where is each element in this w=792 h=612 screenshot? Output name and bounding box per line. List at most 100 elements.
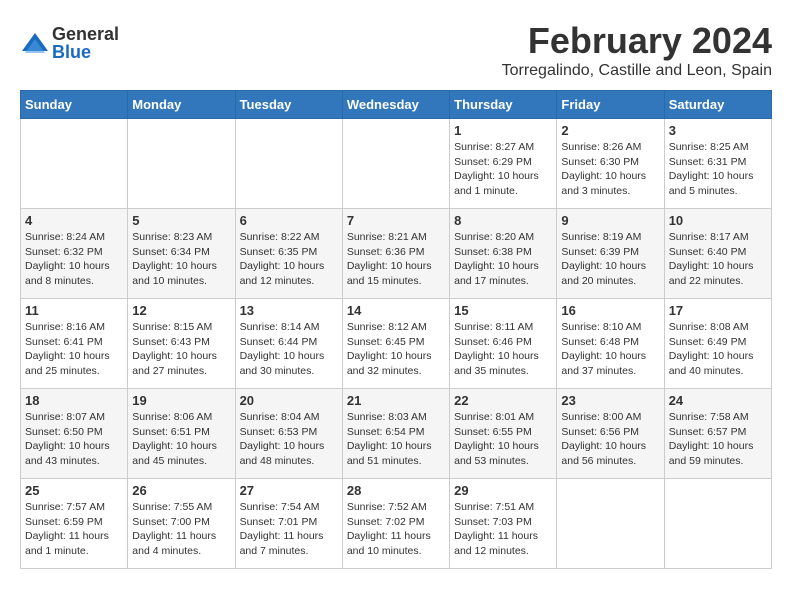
calendar-cell: 4 Sunrise: 8:24 AMSunset: 6:32 PMDaylight… [21,209,128,299]
day-info: Sunrise: 8:14 AMSunset: 6:44 PMDaylight:… [240,320,338,379]
calendar-cell: 13 Sunrise: 8:14 AMSunset: 6:44 PMDayligh… [235,299,342,389]
calendar-cell [21,119,128,209]
calendar-cell: 26Sunrise: 7:55 AMSunset: 7:00 PMDayligh… [128,479,235,569]
calendar-cell [128,119,235,209]
week-row-0: 1 Sunrise: 8:27 AMSunset: 6:29 PMDaylight… [21,119,772,209]
day-number: 24 [669,393,767,408]
calendar-cell: 10 Sunrise: 8:17 AMSunset: 6:40 PMDayligh… [664,209,771,299]
day-info: Sunrise: 8:20 AMSunset: 6:38 PMDaylight:… [454,230,552,289]
calendar-cell: 25 Sunrise: 7:57 AMSunset: 6:59 PMDayligh… [21,479,128,569]
day-info: Sunrise: 8:11 AMSunset: 6:46 PMDaylight:… [454,320,552,379]
calendar-cell [664,479,771,569]
day-number: 23 [561,393,659,408]
logo-general-text: General [52,25,119,43]
calendar-cell: 6 Sunrise: 8:22 AMSunset: 6:35 PMDaylight… [235,209,342,299]
day-info: Sunrise: 8:26 AMSunset: 6:30 PMDaylight:… [561,140,659,199]
day-number: 3 [669,123,767,138]
calendar-cell: 11 Sunrise: 8:16 AMSunset: 6:41 PMDayligh… [21,299,128,389]
day-number: 8 [454,213,552,228]
week-row-1: 4 Sunrise: 8:24 AMSunset: 6:32 PMDaylight… [21,209,772,299]
header-cell-sunday: Sunday [21,91,128,119]
calendar-cell: 29Sunrise: 7:51 AMSunset: 7:03 PMDayligh… [450,479,557,569]
day-number: 17 [669,303,767,318]
day-number: 27 [240,483,338,498]
day-number: 11 [25,303,123,318]
calendar-cell: 7 Sunrise: 8:21 AMSunset: 6:36 PMDaylight… [342,209,449,299]
day-info: Sunrise: 8:03 AMSunset: 6:54 PMDaylight:… [347,410,445,469]
day-number: 16 [561,303,659,318]
header-cell-saturday: Saturday [664,91,771,119]
calendar-cell: 14 Sunrise: 8:12 AMSunset: 6:45 PMDayligh… [342,299,449,389]
calendar-cell [235,119,342,209]
month-title: February 2024 [502,20,772,62]
header-cell-tuesday: Tuesday [235,91,342,119]
day-info: Sunrise: 8:21 AMSunset: 6:36 PMDaylight:… [347,230,445,289]
calendar-cell: 1 Sunrise: 8:27 AMSunset: 6:29 PMDaylight… [450,119,557,209]
header-cell-monday: Monday [128,91,235,119]
day-info: Sunrise: 8:10 AMSunset: 6:48 PMDaylight:… [561,320,659,379]
day-number: 2 [561,123,659,138]
day-number: 18 [25,393,123,408]
logo-icon [20,31,50,56]
day-info: Sunrise: 8:23 AMSunset: 6:34 PMDaylight:… [132,230,230,289]
calendar-cell: 18Sunrise: 8:07 AMSunset: 6:50 PMDayligh… [21,389,128,479]
day-number: 1 [454,123,552,138]
day-info: Sunrise: 7:57 AMSunset: 6:59 PMDaylight:… [25,500,123,559]
calendar-cell: 17 Sunrise: 8:08 AMSunset: 6:49 PMDayligh… [664,299,771,389]
week-row-3: 18Sunrise: 8:07 AMSunset: 6:50 PMDayligh… [21,389,772,479]
calendar-cell: 22 Sunrise: 8:01 AMSunset: 6:55 PMDayligh… [450,389,557,479]
day-info: Sunrise: 7:52 AMSunset: 7:02 PMDaylight:… [347,500,445,559]
calendar-cell [557,479,664,569]
day-info: Sunrise: 8:27 AMSunset: 6:29 PMDaylight:… [454,140,552,199]
day-info: Sunrise: 8:06 AMSunset: 6:51 PMDaylight:… [132,410,230,469]
day-number: 9 [561,213,659,228]
day-number: 12 [132,303,230,318]
calendar-cell: 5 Sunrise: 8:23 AMSunset: 6:34 PMDaylight… [128,209,235,299]
day-number: 10 [669,213,767,228]
day-number: 14 [347,303,445,318]
calendar-cell: 24 Sunrise: 7:58 AMSunset: 6:57 PMDayligh… [664,389,771,479]
day-number: 6 [240,213,338,228]
day-info: Sunrise: 7:55 AMSunset: 7:00 PMDaylight:… [132,500,230,559]
day-info: Sunrise: 8:17 AMSunset: 6:40 PMDaylight:… [669,230,767,289]
day-info: Sunrise: 8:16 AMSunset: 6:41 PMDaylight:… [25,320,123,379]
day-number: 22 [454,393,552,408]
calendar-cell: 2 Sunrise: 8:26 AMSunset: 6:30 PMDaylight… [557,119,664,209]
day-info: Sunrise: 8:08 AMSunset: 6:49 PMDaylight:… [669,320,767,379]
day-info: Sunrise: 8:22 AMSunset: 6:35 PMDaylight:… [240,230,338,289]
header-cell-wednesday: Wednesday [342,91,449,119]
day-number: 25 [25,483,123,498]
week-row-4: 25 Sunrise: 7:57 AMSunset: 6:59 PMDayligh… [21,479,772,569]
day-number: 13 [240,303,338,318]
day-info: Sunrise: 8:12 AMSunset: 6:45 PMDaylight:… [347,320,445,379]
calendar-cell: 23Sunrise: 8:00 AMSunset: 6:56 PMDayligh… [557,389,664,479]
day-number: 19 [132,393,230,408]
logo-blue-text: Blue [52,43,119,61]
logo: General Blue [20,25,119,61]
calendar-table: SundayMondayTuesdayWednesdayThursdayFrid… [20,90,772,569]
header-cell-friday: Friday [557,91,664,119]
day-number: 28 [347,483,445,498]
day-number: 4 [25,213,123,228]
day-info: Sunrise: 8:24 AMSunset: 6:32 PMDaylight:… [25,230,123,289]
day-number: 7 [347,213,445,228]
day-number: 15 [454,303,552,318]
calendar-cell: 21 Sunrise: 8:03 AMSunset: 6:54 PMDayligh… [342,389,449,479]
calendar-cell: 19 Sunrise: 8:06 AMSunset: 6:51 PMDayligh… [128,389,235,479]
day-info: Sunrise: 7:54 AMSunset: 7:01 PMDaylight:… [240,500,338,559]
day-info: Sunrise: 8:15 AMSunset: 6:43 PMDaylight:… [132,320,230,379]
calendar-cell: 16 Sunrise: 8:10 AMSunset: 6:48 PMDayligh… [557,299,664,389]
day-info: Sunrise: 8:04 AMSunset: 6:53 PMDaylight:… [240,410,338,469]
calendar-cell: 9Sunrise: 8:19 AMSunset: 6:39 PMDaylight… [557,209,664,299]
week-row-2: 11 Sunrise: 8:16 AMSunset: 6:41 PMDayligh… [21,299,772,389]
day-number: 29 [454,483,552,498]
header-row: SundayMondayTuesdayWednesdayThursdayFrid… [21,91,772,119]
calendar-cell: 28 Sunrise: 7:52 AMSunset: 7:02 PMDayligh… [342,479,449,569]
day-number: 21 [347,393,445,408]
day-info: Sunrise: 8:25 AMSunset: 6:31 PMDaylight:… [669,140,767,199]
day-info: Sunrise: 8:01 AMSunset: 6:55 PMDaylight:… [454,410,552,469]
day-info: Sunrise: 7:58 AMSunset: 6:57 PMDaylight:… [669,410,767,469]
page-header: General Blue February 2024 Torregalindo,… [20,20,772,80]
day-number: 5 [132,213,230,228]
calendar-cell: 27 Sunrise: 7:54 AMSunset: 7:01 PMDayligh… [235,479,342,569]
